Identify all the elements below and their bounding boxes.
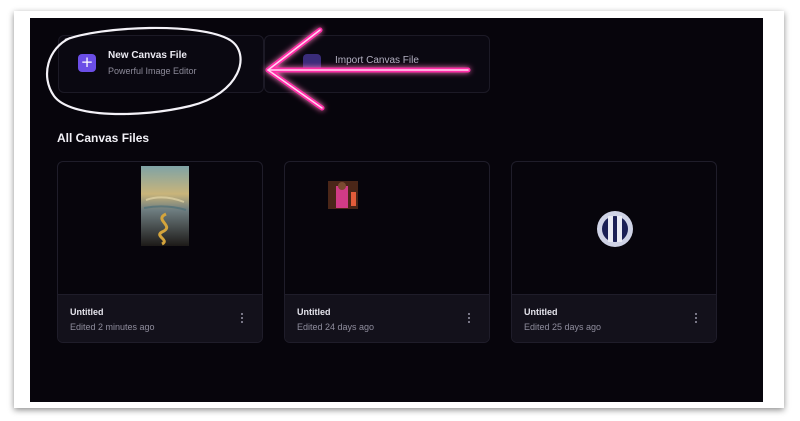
annotation-overlay [45, 26, 471, 116]
app-window: + New Canvas File Powerful Image Editor … [30, 18, 763, 402]
arrow-left-icon [265, 27, 471, 111]
highlight-ellipse [45, 26, 242, 116]
